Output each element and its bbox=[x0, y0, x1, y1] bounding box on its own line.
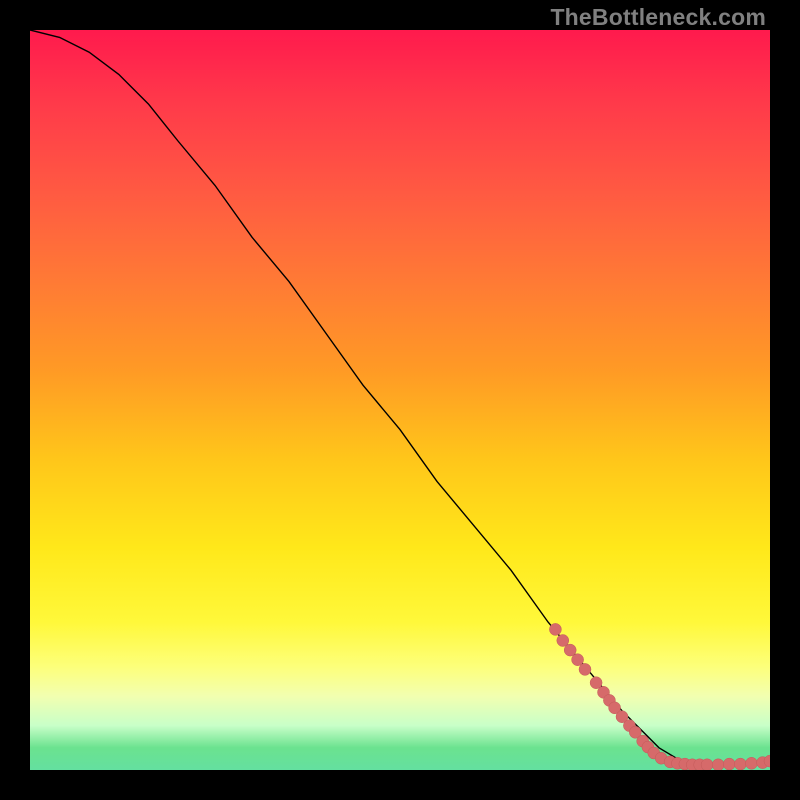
data-point bbox=[549, 623, 561, 635]
data-point bbox=[746, 757, 758, 769]
data-point bbox=[734, 758, 746, 770]
curve-line bbox=[30, 30, 770, 765]
data-point bbox=[590, 677, 602, 689]
data-point bbox=[564, 644, 576, 656]
chart-svg bbox=[30, 30, 770, 770]
data-point bbox=[712, 759, 724, 770]
chart-stage: TheBottleneck.com bbox=[0, 0, 800, 800]
data-point bbox=[572, 654, 584, 666]
watermark-text: TheBottleneck.com bbox=[550, 4, 766, 31]
data-point bbox=[723, 758, 735, 770]
data-point bbox=[579, 663, 591, 675]
data-point bbox=[701, 759, 713, 770]
plot-area bbox=[30, 30, 770, 770]
data-point bbox=[557, 635, 569, 647]
